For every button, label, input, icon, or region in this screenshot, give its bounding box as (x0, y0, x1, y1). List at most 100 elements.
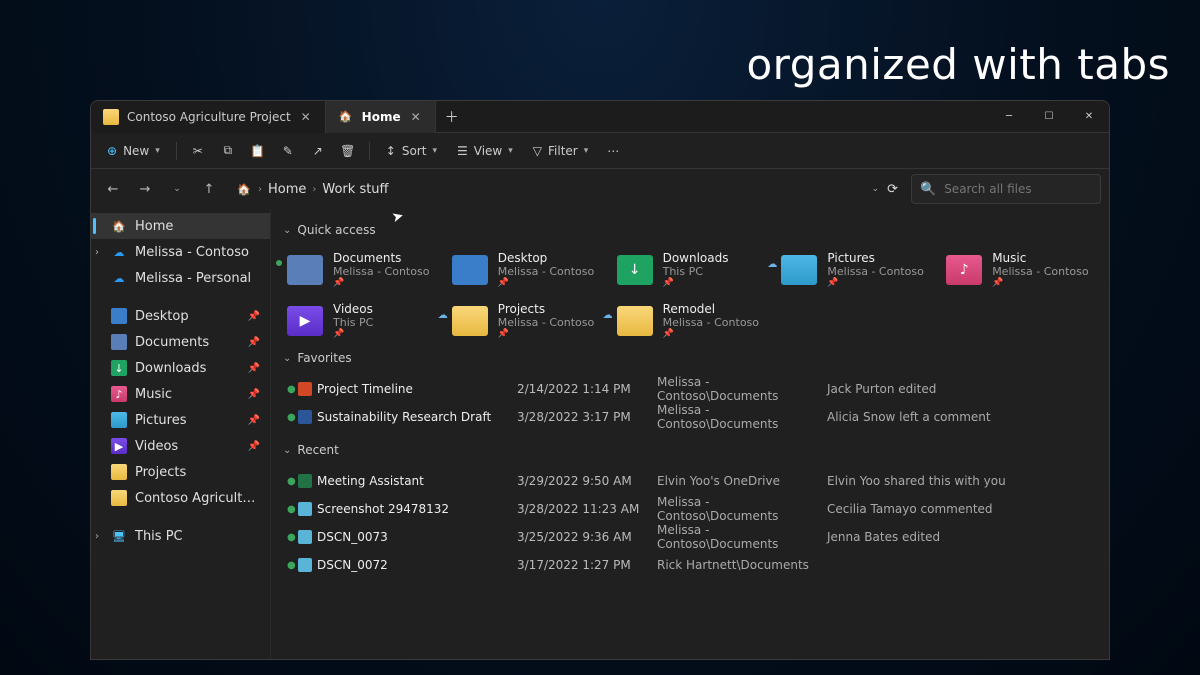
share-icon: ↗ (313, 144, 323, 158)
dl-icon: ↓ (617, 255, 653, 285)
sync-status-icon: ● (287, 560, 296, 571)
file-row[interactable]: ●Sustainability Research Draft3/28/2022 … (283, 403, 1097, 431)
quick-access-item[interactable]: ☁RemodelMelissa - Contoso📌 (613, 298, 768, 343)
item-location: Melissa - Contoso (992, 265, 1088, 278)
sidebar-item-downloads[interactable]: ↓Downloads📌 (91, 355, 270, 381)
minimize-button[interactable]: ─ (989, 101, 1029, 133)
videos-icon: ▶ (111, 438, 127, 454)
file-explorer-window: Contoso Agriculture Project ✕ 🏠 Home ✕ ＋… (90, 100, 1110, 660)
chevron-right-icon[interactable]: › (95, 247, 99, 258)
sidebar-item-music[interactable]: ♪Music📌 (91, 381, 270, 407)
file-row[interactable]: ●Project Timeline2/14/2022 1:14 PMMeliss… (283, 375, 1097, 403)
search-input[interactable] (944, 182, 1092, 196)
sidebar-item-pictures[interactable]: Pictures📌 (91, 407, 270, 433)
pin-icon: 📌 (498, 329, 594, 339)
sidebar-item-desktop[interactable]: Desktop📌 (91, 303, 270, 329)
up-button[interactable]: ↑ (195, 175, 223, 203)
breadcrumb-part[interactable]: Home (268, 182, 306, 197)
file-name: DSCN_0072 (317, 558, 517, 572)
view-label: View (474, 144, 502, 158)
file-row[interactable]: ●DSCN_00723/17/2022 1:27 PMRick Hartnett… (283, 551, 1097, 579)
file-row[interactable]: ●Meeting Assistant3/29/2022 9:50 AMElvin… (283, 467, 1097, 495)
rename-button[interactable]: ✎ (275, 140, 301, 162)
new-plus-icon: ⊕ (107, 144, 117, 158)
pin-icon: 📌 (248, 311, 260, 322)
quick-access-grid: DocumentsMelissa - Contoso📌DesktopMeliss… (283, 247, 1097, 343)
quick-access-item[interactable]: DocumentsMelissa - Contoso📌 (283, 247, 438, 292)
folder-icon (111, 490, 127, 506)
copy-button[interactable]: ⧉ (215, 139, 241, 162)
cloud-status-icon: ☁ (603, 310, 613, 321)
section-favorites[interactable]: ⌄Favorites (283, 351, 1097, 365)
maximize-button[interactable]: ☐ (1029, 101, 1069, 133)
folder-icon (111, 464, 127, 480)
file-path: Melissa - Contoso\Documents (657, 495, 827, 523)
img-file-icon (298, 558, 312, 572)
sort-button[interactable]: ↕ Sort ▾ (378, 140, 445, 162)
content-area: ⌄Quick access DocumentsMelissa - Contoso… (271, 209, 1109, 659)
breadcrumb[interactable]: 🏠 › Home › Work stuff ⌄ ⟳ (227, 174, 907, 204)
downloads-icon: ↓ (111, 360, 127, 376)
quick-access-item[interactable]: ▶VideosThis PC📌 (283, 298, 438, 343)
refresh-button[interactable]: ⟳ (887, 182, 898, 197)
sidebar-item-onedrive-contoso[interactable]: › ☁ Melissa - Contoso (91, 239, 270, 265)
chevron-down-icon[interactable]: ⌄ (872, 184, 880, 194)
command-toolbar: ⊕ New ▾ ✂ ⧉ 📋 ✎ ↗ 🗑 ↕ Sort ▾ ☰ View ▾ ▽ … (91, 133, 1109, 169)
search-box[interactable]: 🔍 (911, 174, 1101, 204)
filter-button[interactable]: ▽ Filter ▾ (525, 140, 596, 162)
breadcrumb-part[interactable]: Work stuff (322, 182, 388, 197)
share-button[interactable]: ↗ (305, 140, 331, 162)
back-button[interactable]: ← (99, 175, 127, 203)
sidebar-item-home[interactable]: 🏠 Home (91, 213, 270, 239)
cut-button[interactable]: ✂ (185, 140, 211, 162)
sync-status-icon: ● (287, 504, 296, 515)
close-window-button[interactable]: ✕ (1069, 101, 1109, 133)
item-location: Melissa - Contoso (827, 265, 923, 278)
quick-access-item[interactable]: ↓DownloadsThis PC📌 (613, 247, 768, 292)
section-recent[interactable]: ⌄Recent (283, 443, 1097, 457)
file-name: Sustainability Research Draft (317, 410, 517, 424)
file-row[interactable]: ●Screenshot 294781323/28/2022 11:23 AMMe… (283, 495, 1097, 523)
view-button[interactable]: ☰ View ▾ (449, 140, 521, 162)
forward-button[interactable]: → (131, 175, 159, 203)
pc-icon: 🖥 (111, 528, 127, 544)
sidebar-item-onedrive-personal[interactable]: ☁ Melissa - Personal (91, 265, 270, 291)
vid-icon: ▶ (287, 306, 323, 336)
quick-access-item[interactable]: ♪MusicMelissa - Contoso📌 (942, 247, 1097, 292)
sidebar-item-videos[interactable]: ▶Videos📌 (91, 433, 270, 459)
copy-icon: ⧉ (223, 143, 232, 158)
file-path: Melissa - Contoso\Documents (657, 375, 827, 403)
window-controls: ─ ☐ ✕ (989, 101, 1109, 133)
recent-locations-button[interactable]: ⌄ (163, 175, 191, 203)
rename-icon: ✎ (283, 144, 293, 158)
chevron-right-icon[interactable]: › (95, 531, 99, 542)
sidebar-item-this-pc[interactable]: › 🖥 This PC (91, 523, 270, 549)
item-location: Melissa - Contoso (333, 265, 429, 278)
close-tab-icon[interactable]: ✕ (299, 110, 313, 124)
file-path: Melissa - Contoso\Documents (657, 403, 827, 431)
new-tab-button[interactable]: ＋ (436, 107, 468, 127)
sidebar-item-projects[interactable]: Projects (91, 459, 270, 485)
sidebar-item-documents[interactable]: Documents📌 (91, 329, 270, 355)
documents-icon (111, 334, 127, 350)
item-name: Pictures (827, 251, 923, 265)
more-button[interactable]: ⋯ (600, 140, 626, 162)
quick-access-item[interactable]: ☁PicturesMelissa - Contoso📌 (777, 247, 932, 292)
quick-access-item[interactable]: ☁ProjectsMelissa - Contoso📌 (448, 298, 603, 343)
chevron-down-icon: ▾ (584, 146, 589, 156)
chevron-down-icon: ⌄ (173, 184, 181, 194)
file-date: 3/17/2022 1:27 PM (517, 558, 657, 572)
sidebar-item-contoso-project[interactable]: Contoso Agriculture Project (91, 485, 270, 511)
section-quick-access[interactable]: ⌄Quick access (283, 223, 1097, 237)
quick-access-item[interactable]: DesktopMelissa - Contoso📌 (448, 247, 603, 292)
sidebar-item-label: Documents (135, 335, 209, 350)
tab-contoso-project[interactable]: Contoso Agriculture Project ✕ (91, 101, 326, 133)
tab-home[interactable]: 🏠 Home ✕ (326, 101, 436, 133)
sidebar-item-label: Videos (135, 439, 178, 454)
close-tab-icon[interactable]: ✕ (409, 110, 423, 124)
desktop-icon (452, 255, 488, 285)
paste-button[interactable]: 📋 (245, 140, 271, 162)
file-row[interactable]: ●DSCN_00733/25/2022 9:36 AMMelissa - Con… (283, 523, 1097, 551)
delete-button[interactable]: 🗑 (335, 140, 361, 162)
new-button[interactable]: ⊕ New ▾ (99, 140, 168, 162)
